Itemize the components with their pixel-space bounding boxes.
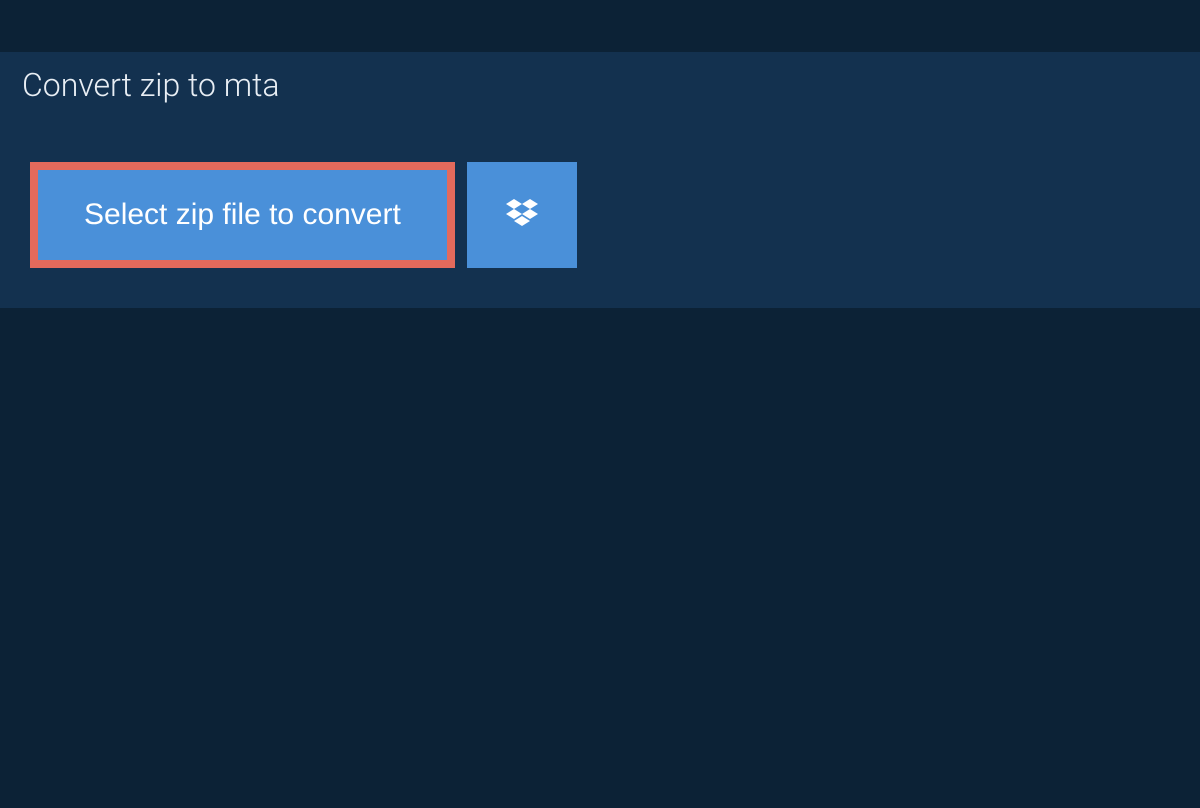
top-bar: [0, 0, 1200, 52]
tab-label: Convert zip to mta: [22, 66, 280, 104]
bottom-panel: [0, 308, 1200, 808]
select-file-label: Select zip file to convert: [84, 198, 401, 231]
tab-row: Convert zip to mta: [0, 52, 1200, 122]
dropbox-button[interactable]: [467, 162, 577, 268]
select-file-button[interactable]: Select zip file to convert: [38, 170, 447, 260]
upload-controls: Select zip file to convert: [0, 122, 1200, 308]
dropbox-icon: [502, 195, 542, 235]
select-file-highlight: Select zip file to convert: [30, 162, 455, 268]
tab-convert[interactable]: Convert zip to mta: [0, 52, 308, 122]
